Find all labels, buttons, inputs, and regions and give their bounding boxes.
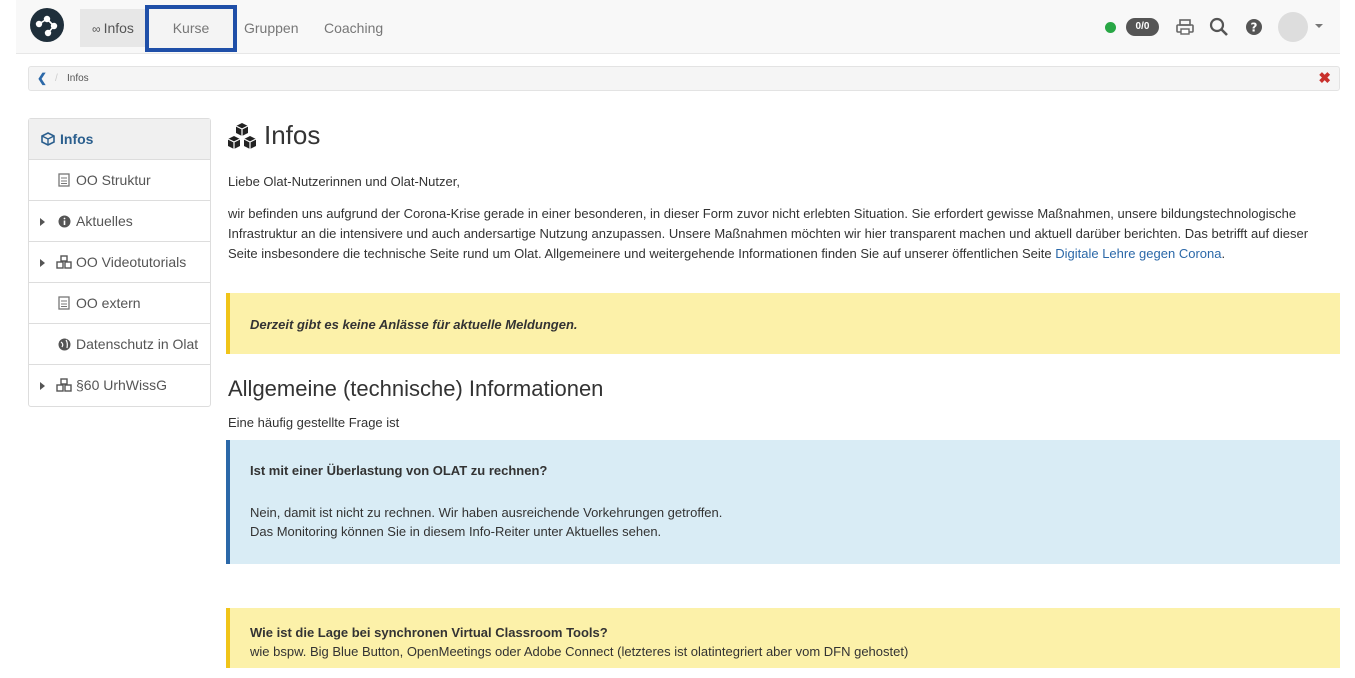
search-icon[interactable] — [1208, 16, 1230, 38]
close-icon[interactable]: ✖ — [1318, 67, 1331, 90]
expand-caret-icon[interactable] — [40, 259, 45, 267]
nav-tab-infos[interactable]: ∞ Infos — [80, 9, 146, 47]
sidebar-item-label: §60 UrhWissG — [76, 377, 168, 393]
document-icon — [58, 160, 70, 201]
sidebar-item-label: Aktuelles — [76, 213, 133, 229]
notice-text: Derzeit gibt es keine Anlässe für aktuel… — [250, 317, 578, 332]
nav-tab-infos-label: Infos — [103, 20, 134, 36]
sidebar-item-label: OO extern — [76, 295, 141, 311]
olat-logo-icon[interactable] — [30, 8, 64, 42]
chevron-down-icon[interactable] — [1315, 24, 1323, 28]
nav-tab-kurse[interactable]: Kurse — [145, 5, 237, 52]
notification-badge[interactable]: 0/0 — [1126, 18, 1159, 36]
cubes-icon — [56, 242, 73, 283]
online-status-icon[interactable] — [1105, 22, 1116, 33]
help-icon[interactable]: ? — [1243, 16, 1265, 38]
faq-question: Ist mit einer Überlastung von OLAT zu re… — [250, 463, 548, 478]
breadcrumb: ❮ / Infos ✖ — [28, 66, 1340, 91]
greeting-text: Liebe Olat-Nutzerinnen und Olat-Nutzer, — [228, 174, 460, 189]
intro-paragraph: wir befinden uns aufgrund der Corona-Kri… — [228, 204, 1338, 264]
faq-answer-line: wie bspw. Big Blue Button, OpenMeetings … — [250, 644, 909, 659]
faq-question: Wie ist die Lage bei synchronen Virtual … — [250, 625, 608, 640]
nav-tab-gruppen[interactable]: Gruppen — [232, 9, 310, 47]
intro-paragraph-end: . — [1221, 246, 1226, 261]
faq-box-overload: Ist mit einer Überlastung von OLAT zu re… — [226, 440, 1340, 564]
section-title: Allgemeine (technische) Informationen — [228, 376, 604, 401]
sidebar-item-oo-videotutorials[interactable]: OO Videotutorials — [29, 242, 210, 283]
sidebar-item-datenschutz[interactable]: Datenschutz in Olat — [29, 324, 210, 365]
breadcrumb-current: Infos — [67, 73, 89, 84]
sidebar-item-label: OO Struktur — [76, 172, 151, 188]
section-subtitle: Eine häufig gestellte Frage ist — [228, 415, 400, 430]
page-title-text: Infos — [264, 120, 321, 150]
sidebar-item-infos[interactable]: Infos — [29, 119, 210, 160]
faq-box-virtual-classroom: Wie ist die Lage bei synchronen Virtual … — [226, 608, 1340, 668]
document-icon — [58, 283, 70, 324]
sidebar-item-urhwissg[interactable]: §60 UrhWissG — [29, 365, 210, 406]
expand-caret-icon[interactable] — [40, 382, 45, 390]
sidebar-item-label: Datenschutz in Olat — [76, 336, 199, 352]
sidebar-item-oo-extern[interactable]: OO extern — [29, 283, 210, 324]
faq-answer-line: Das Monitoring können Sie in diesem Info… — [250, 524, 662, 539]
svg-text:?: ? — [1251, 21, 1258, 35]
sidebar-item-oo-struktur[interactable]: OO Struktur — [29, 160, 210, 201]
print-icon[interactable] — [1174, 16, 1196, 38]
info-icon — [58, 201, 71, 242]
sidebar-item-label: Infos — [60, 131, 94, 147]
faq-answer-line: Nein, damit ist nicht zu rechnen. Wir ha… — [250, 505, 723, 520]
expand-caret-icon[interactable] — [40, 218, 45, 226]
chevron-left-icon[interactable]: ❮ — [37, 67, 47, 90]
sidebar-item-aktuelles[interactable]: Aktuelles — [29, 201, 210, 242]
infinity-icon: ∞ — [92, 22, 101, 36]
globe-icon — [58, 324, 71, 365]
sidebar-item-label: OO Videotutorials — [76, 254, 187, 270]
cubes-icon — [56, 365, 73, 406]
sidebar-menu: Infos OO Struktur Aktuelles OO Videotuto… — [28, 118, 211, 407]
nav-tab-coaching[interactable]: Coaching — [312, 9, 395, 47]
avatar[interactable] — [1278, 12, 1308, 42]
breadcrumb-separator: / — [55, 73, 58, 84]
digitale-lehre-link[interactable]: Digitale Lehre gegen Corona — [1055, 246, 1221, 261]
notice-box: Derzeit gibt es keine Anlässe für aktuel… — [226, 293, 1340, 354]
cube-icon — [41, 119, 55, 160]
